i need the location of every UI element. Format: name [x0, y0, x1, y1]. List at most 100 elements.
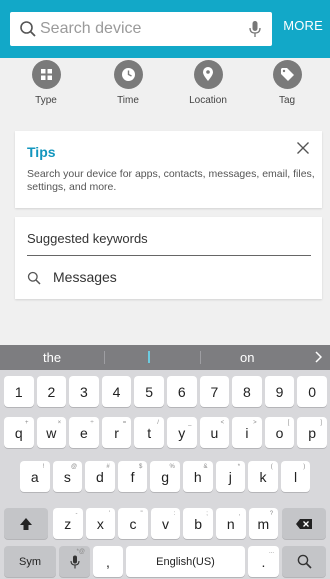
shift-arrow-icon	[20, 517, 32, 530]
key-label: r	[114, 424, 119, 441]
letter-key[interactable]: ) l	[280, 461, 311, 492]
letter-key[interactable]: / t	[134, 417, 164, 448]
letter-key[interactable]: (k	[248, 461, 278, 492]
space-key[interactable]: English(US)	[126, 546, 245, 577]
number-key[interactable]: 2	[36, 376, 67, 407]
key-label: u	[210, 424, 219, 441]
key-label: v	[162, 515, 170, 532]
search-icon	[27, 271, 41, 285]
key-label: 6	[177, 383, 186, 400]
key-label: a	[30, 468, 39, 485]
letter-key[interactable]: % g	[150, 461, 180, 492]
more-button[interactable]: MORE	[283, 18, 323, 33]
key-hint: ]	[320, 420, 322, 426]
letter-key[interactable]: = r	[101, 417, 132, 448]
key-label: 4	[112, 383, 121, 400]
backspace-key[interactable]	[282, 508, 326, 539]
number-key[interactable]: 7	[199, 376, 230, 407]
letter-key[interactable]: ! a	[20, 461, 50, 492]
tips-title: Tips	[27, 144, 56, 160]
comma-key[interactable]: ,	[93, 546, 123, 577]
search-key[interactable]	[282, 546, 326, 577]
letter-key[interactable]: " c	[118, 508, 148, 539]
letter-key[interactable]: + q	[4, 417, 34, 448]
keyword-item[interactable]: Messages	[27, 267, 311, 291]
number-key[interactable]: 6	[167, 376, 197, 407]
letter-key[interactable]: * j	[215, 461, 246, 492]
number-key[interactable]: 8	[232, 376, 262, 407]
microphone-icon	[69, 555, 80, 568]
key-label: g	[161, 468, 170, 485]
letter-key[interactable]: ? m	[248, 508, 279, 539]
prediction-word[interactable]: on	[240, 350, 254, 365]
period-key[interactable]: ... .	[248, 546, 279, 577]
filter-row: Type Time Location Tag	[0, 58, 330, 124]
number-key[interactable]: 9	[264, 376, 295, 407]
key-hint: "	[140, 511, 143, 517]
key-label: h	[193, 468, 202, 485]
key-hint: :	[173, 511, 176, 517]
letter-key[interactable]: @ s	[52, 461, 83, 492]
letter-key[interactable]: × w	[36, 417, 67, 448]
number-key[interactable]: 0	[297, 376, 327, 407]
letter-key[interactable]: ; b	[183, 508, 213, 539]
letter-key[interactable]: [o	[264, 417, 295, 448]
letter-key[interactable]: -z	[53, 508, 83, 539]
key-label: x	[96, 515, 104, 532]
letter-key[interactable]: ÷ e	[69, 417, 99, 448]
microphone-icon[interactable]	[248, 20, 262, 38]
prediction-bar: the on	[0, 345, 330, 370]
filter-time[interactable]: Time	[93, 60, 163, 106]
tips-body: Search your device for apps, contacts, m…	[27, 168, 315, 193]
number-key[interactable]: 4	[101, 376, 132, 407]
key-hint: <	[220, 420, 225, 426]
number-key[interactable]: 1	[4, 376, 34, 407]
key-label: 8	[243, 383, 251, 400]
close-icon[interactable]	[296, 141, 310, 155]
separator	[104, 351, 105, 364]
sym-key[interactable]: Sym	[4, 546, 56, 577]
key-hint: #	[106, 464, 110, 470]
search-input[interactable]	[40, 12, 240, 46]
filter-type[interactable]: Type	[11, 60, 81, 106]
search-box[interactable]	[10, 12, 272, 46]
prediction-cursor[interactable]	[148, 351, 150, 363]
key-label: e	[80, 424, 88, 441]
key-hint: /	[157, 420, 159, 426]
prediction-word[interactable]: the	[43, 350, 61, 365]
letter-key[interactable]: & h	[183, 461, 213, 492]
location-pin-icon	[193, 60, 223, 89]
letter-key[interactable]: < u	[199, 417, 230, 448]
letter-key[interactable]: _ y	[167, 417, 197, 448]
key-hint: +	[24, 420, 29, 426]
letter-key[interactable]: # d	[85, 461, 115, 492]
letter-key[interactable]: ] p	[297, 417, 327, 448]
key-label: 9	[275, 383, 284, 400]
letter-key[interactable]: ' x	[85, 508, 116, 539]
filter-tag[interactable]: Tag	[252, 60, 322, 106]
key-hint: -	[75, 511, 78, 517]
key-hint: $	[138, 464, 143, 470]
key-label: 7	[210, 383, 219, 400]
key-hint: !	[42, 464, 45, 470]
key-hint: ÷	[90, 420, 94, 426]
clock-icon	[113, 60, 143, 89]
key-hint: (	[270, 464, 273, 470]
tag-icon	[272, 60, 302, 89]
chevron-right-icon[interactable]	[314, 351, 322, 363]
divider	[27, 255, 311, 256]
filter-location[interactable]: Location	[173, 60, 243, 106]
letter-key[interactable]: > i	[232, 417, 262, 448]
key-hint: ...	[268, 549, 274, 555]
key-label: k	[259, 468, 267, 485]
key-label: 2	[47, 383, 56, 400]
key-label: o	[275, 424, 284, 441]
letter-key[interactable]: ,n	[216, 508, 246, 539]
shift-key[interactable]	[4, 508, 48, 539]
letter-key[interactable]: :v	[150, 508, 181, 539]
key-hint: ×	[57, 420, 62, 426]
letter-key[interactable]: $ f	[117, 461, 148, 492]
voice-input-key[interactable]: *@	[59, 546, 90, 577]
number-key[interactable]: 3	[69, 376, 99, 407]
number-key[interactable]: 5	[134, 376, 164, 407]
